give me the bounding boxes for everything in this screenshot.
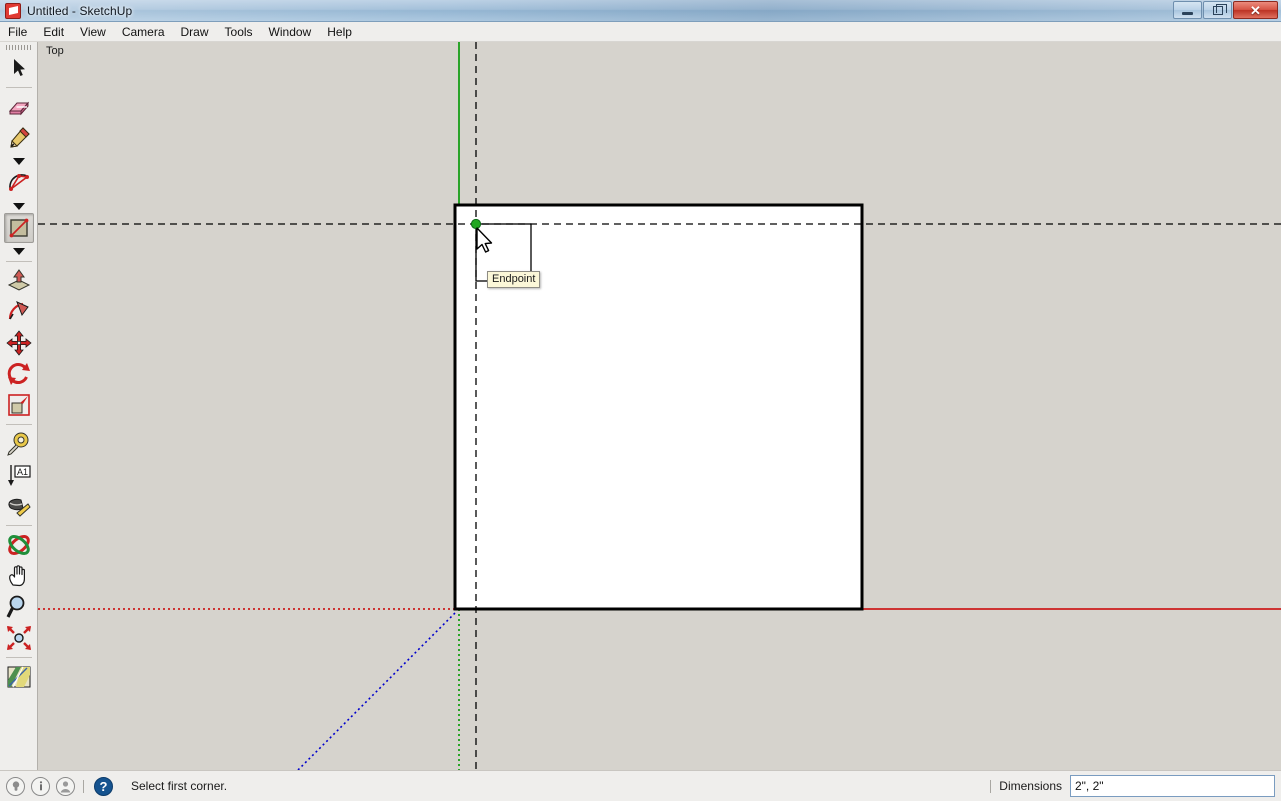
status-divider-left	[83, 779, 84, 793]
rectangle-icon	[9, 218, 28, 238]
line-tool-dropdown[interactable]	[4, 154, 34, 168]
window-controls: ✕	[1173, 1, 1278, 19]
minimize-icon	[1182, 11, 1193, 15]
arrow-cursor-icon	[13, 59, 25, 76]
status-divider-right	[990, 779, 992, 793]
menu-camera[interactable]: Camera	[114, 23, 173, 41]
question-mark-icon: ?	[99, 778, 108, 794]
mouse-cursor-rectangle-tool	[476, 227, 493, 253]
arc-tool[interactable]	[4, 168, 34, 198]
push-pull-icon	[7, 269, 30, 291]
menu-tools[interactable]: Tools	[217, 23, 261, 41]
tape-measure-icon	[6, 432, 28, 456]
toolbar-separator-4	[5, 525, 32, 526]
tape-measure-tool[interactable]	[4, 429, 34, 459]
menu-bar: File Edit View Camera Draw Tools Window …	[0, 22, 1281, 42]
push-pull-tool[interactable]	[4, 266, 34, 296]
menu-view[interactable]: View	[72, 23, 114, 41]
paint-bucket-tool[interactable]	[4, 491, 34, 521]
info-icon	[39, 781, 42, 791]
title-bar: Untitled - SketchUp ✕	[0, 0, 1281, 22]
zoom-extents-icon	[6, 626, 31, 650]
eraser-tool[interactable]	[4, 92, 34, 122]
rotate-tool[interactable]	[4, 359, 34, 389]
model-canvas	[38, 42, 1281, 770]
add-location-tool[interactable]	[4, 662, 34, 692]
zoom-tool[interactable]	[4, 592, 34, 622]
map-icon	[7, 666, 30, 688]
status-help-icon[interactable]: ?	[94, 776, 113, 796]
select-tool[interactable]	[4, 53, 34, 83]
dimension-a1-icon: A1	[7, 465, 31, 486]
toolbar-separator-3	[5, 424, 32, 425]
status-bulb-icon[interactable]	[6, 776, 25, 796]
window-title: Untitled - SketchUp	[27, 3, 133, 18]
close-button[interactable]: ✕	[1233, 1, 1278, 19]
dimensions-input[interactable]	[1070, 775, 1275, 797]
inference-tooltip-label: Endpoint	[492, 273, 536, 285]
status-right-group: Dimensions	[990, 775, 1281, 797]
hand-icon	[8, 565, 25, 587]
status-message: Select first corner.	[131, 779, 228, 793]
minimize-button[interactable]	[1173, 1, 1202, 19]
person-icon	[60, 780, 71, 792]
move-tool[interactable]	[4, 328, 34, 358]
dimensions-label: Dimensions	[999, 779, 1062, 793]
menu-help[interactable]: Help	[319, 23, 360, 41]
orbit-icon	[7, 535, 30, 555]
eraser-icon	[8, 101, 29, 116]
line-tool[interactable]	[4, 123, 34, 153]
restore-icon	[1212, 3, 1227, 15]
dimension-tool[interactable]: A1	[4, 460, 34, 490]
status-icon-group: ?	[6, 776, 113, 796]
close-icon: ✕	[1250, 2, 1261, 18]
toolbar-separator-2	[5, 261, 32, 262]
menu-edit[interactable]: Edit	[35, 23, 72, 41]
magnifier-icon	[6, 595, 24, 618]
sketchup-window: Untitled - SketchUp ✕ File Edit View Cam…	[0, 0, 1281, 801]
toolbar-separator-1	[5, 87, 32, 88]
sketchup-logo-icon	[5, 2, 21, 19]
zoom-extents-tool[interactable]	[4, 623, 34, 653]
status-bar: ? Select first corner. Dimensions	[0, 770, 1281, 801]
blue-axis-dotted	[296, 612, 456, 770]
bulb-icon	[12, 781, 19, 791]
follow-me-tool[interactable]	[4, 297, 34, 327]
pan-tool[interactable]	[4, 561, 34, 591]
orbit-tool[interactable]	[4, 530, 34, 560]
left-toolbar: A1	[0, 42, 38, 770]
status-info-icon[interactable]	[31, 776, 50, 796]
move-arrows-icon	[5, 330, 32, 356]
scale-tool[interactable]	[4, 390, 34, 420]
inference-tooltip: Endpoint	[487, 271, 541, 288]
toolbar-separator-5	[5, 657, 32, 658]
menu-draw[interactable]: Draw	[173, 23, 217, 41]
menu-file[interactable]: File	[0, 23, 35, 41]
rectangle-tool-dropdown[interactable]	[4, 244, 34, 258]
restore-button[interactable]	[1203, 1, 1232, 19]
rotate-icon	[7, 363, 30, 385]
scale-icon	[7, 394, 30, 416]
follow-me-icon	[8, 301, 29, 320]
toolbar-grip[interactable]	[5, 45, 32, 50]
status-account-icon[interactable]	[56, 776, 75, 796]
svg-text:A1: A1	[17, 467, 28, 477]
pencil-icon	[9, 127, 30, 148]
arc-tool-dropdown[interactable]	[4, 199, 34, 213]
arc-icon	[8, 174, 29, 191]
rectangle-tool[interactable]	[3, 213, 34, 243]
paint-bucket-icon	[7, 498, 31, 517]
menu-window[interactable]: Window	[261, 23, 320, 41]
drawing-viewport[interactable]: Top Endpoint	[38, 42, 1281, 770]
model-rectangle-face	[453, 203, 864, 611]
